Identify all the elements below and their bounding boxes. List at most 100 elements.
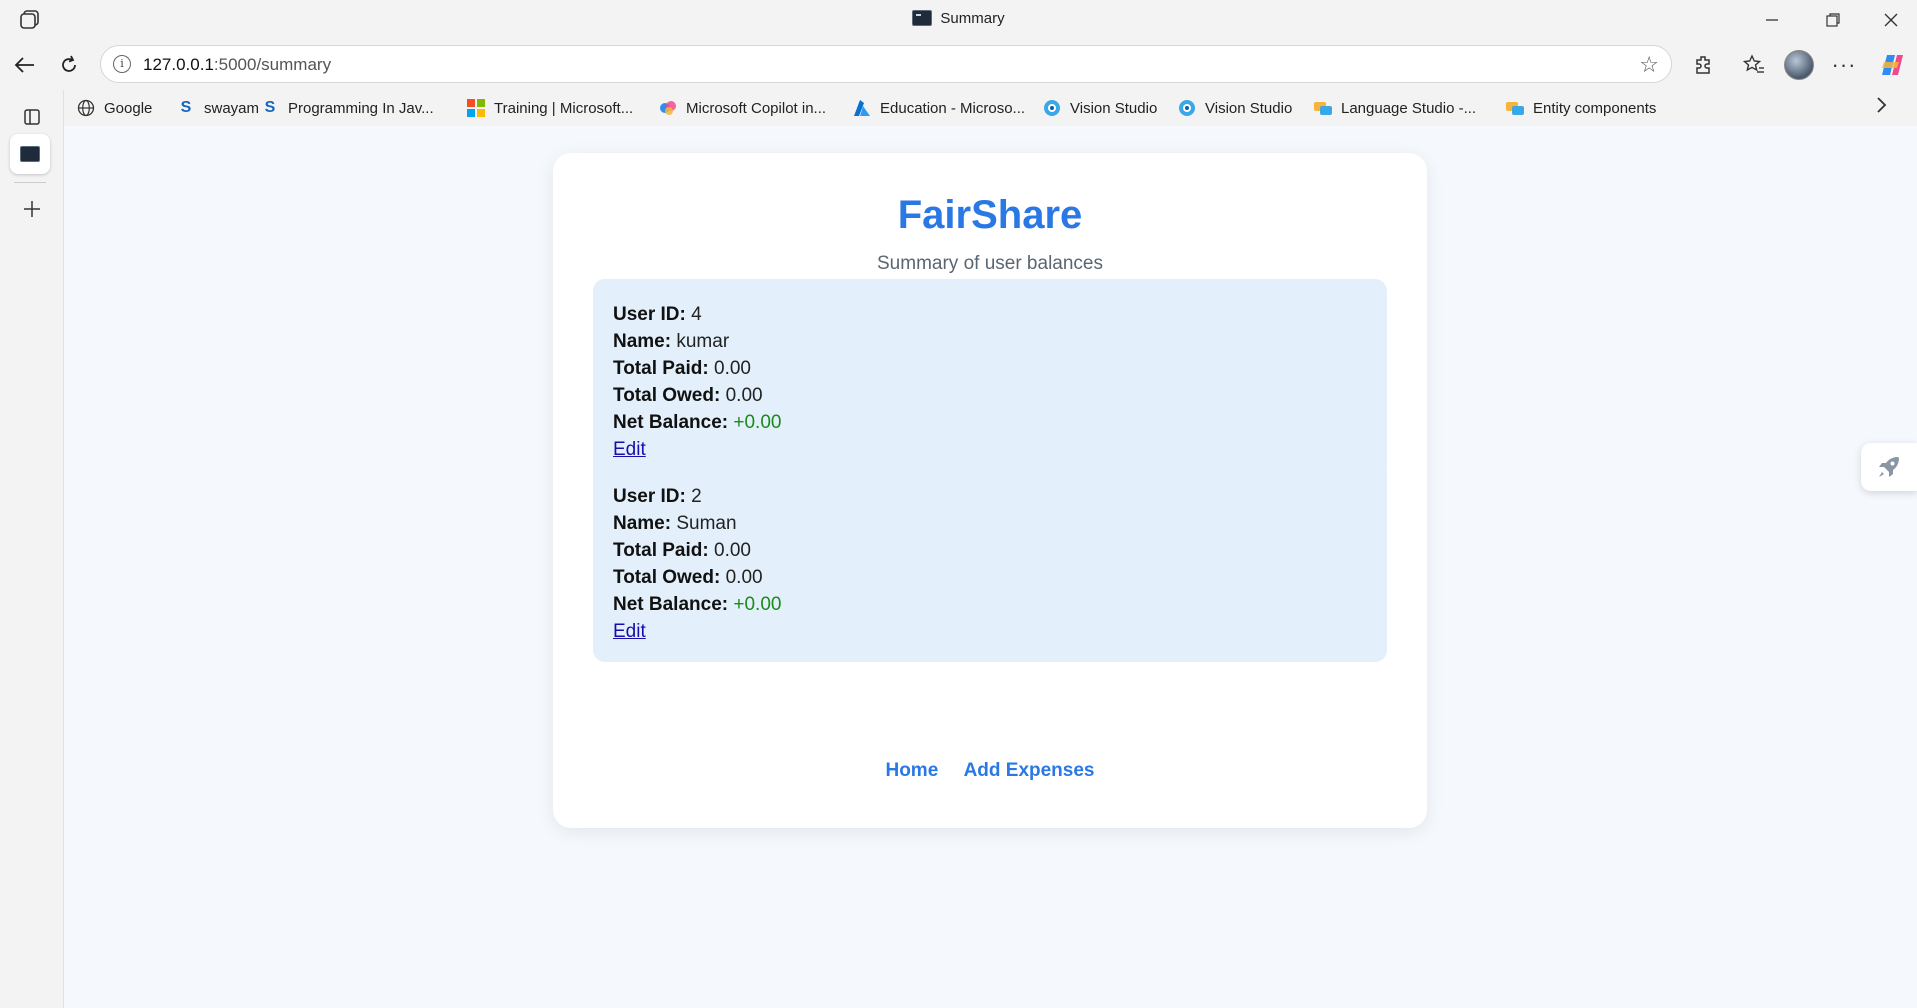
home-link[interactable]: Home xyxy=(885,760,938,781)
copilot-icon xyxy=(658,98,678,118)
user-name-value: Suman xyxy=(676,513,737,534)
user-name-value: kumar xyxy=(676,331,730,352)
total-owed-row: Total Owed: 0.00 xyxy=(613,382,1367,409)
restore-button[interactable] xyxy=(1811,6,1855,34)
net-balance-label: Net Balance: xyxy=(613,412,729,433)
bookmark-label: Programming In Jav... xyxy=(288,99,434,117)
url-path: :5000/summary xyxy=(213,55,332,74)
user-id-row: User ID: 2 xyxy=(613,483,1367,510)
bookmark-label: Vision Studio xyxy=(1205,99,1293,117)
bookmark-training-microsoft[interactable]: Training | Microsoft... xyxy=(466,97,633,119)
minimize-button[interactable] xyxy=(1750,6,1794,34)
globe-icon xyxy=(76,98,96,118)
bookmark-education-microsoft[interactable]: Education - Microso... xyxy=(852,97,1025,119)
swayam-icon: S xyxy=(180,99,192,116)
url-text[interactable]: 127.0.0.1:5000/summary xyxy=(143,55,331,75)
net-balance-row: Net Balance: +0.00 xyxy=(613,409,1367,436)
page-subtitle: Summary of user balances xyxy=(877,253,1103,274)
app-title: FairShare xyxy=(897,193,1083,237)
net-balance-value: +0.00 xyxy=(733,594,782,615)
total-paid-value: 0.00 xyxy=(714,540,751,561)
address-bar[interactable]: i 127.0.0.1:5000/summary ☆ xyxy=(100,45,1672,83)
refresh-button[interactable] xyxy=(52,49,86,81)
user-name-label: Name: xyxy=(613,513,672,534)
user-id-label: User ID: xyxy=(613,486,686,507)
user-id-value: 2 xyxy=(691,486,702,507)
bookmark-label: Vision Studio xyxy=(1070,99,1158,117)
language-icon xyxy=(1505,98,1525,118)
net-balance-label: Net Balance: xyxy=(613,594,729,615)
profile-avatar[interactable] xyxy=(1782,49,1816,81)
user-balance-card: User ID: 2 Name: Suman Total Paid: 0.00 … xyxy=(593,461,1387,662)
vision-icon xyxy=(1177,98,1197,118)
tab-actions-icon[interactable] xyxy=(15,100,49,134)
user-name-row: Name: Suman xyxy=(613,510,1367,537)
language-icon xyxy=(1313,98,1333,118)
total-owed-value: 0.00 xyxy=(725,385,763,406)
rocket-icon[interactable] xyxy=(1861,443,1917,491)
azure-icon xyxy=(852,98,872,118)
total-owed-label: Total Owed: xyxy=(613,385,721,406)
total-owed-label: Total Owed: xyxy=(613,567,721,588)
total-paid-row: Total Paid: 0.00 xyxy=(613,355,1367,382)
bookmarks-bar: Google Sswayam S Programming In Jav... Tr… xyxy=(64,90,1917,126)
net-balance-row: Net Balance: +0.00 xyxy=(613,591,1367,618)
window-title-text: Summary xyxy=(940,10,1005,27)
title-bar: Summary xyxy=(0,0,1917,40)
bookmark-copilot[interactable]: Microsoft Copilot in... xyxy=(658,97,826,119)
user-id-row: User ID: 4 xyxy=(613,301,1367,328)
edit-user-link[interactable]: Edit xyxy=(613,439,646,460)
active-tab-summary[interactable] xyxy=(10,134,50,174)
new-tab-icon[interactable] xyxy=(15,192,49,226)
site-info-icon[interactable]: i xyxy=(113,55,131,73)
user-name-row: Name: kumar xyxy=(613,328,1367,355)
url-host: 127.0.0.1 xyxy=(143,55,214,74)
close-button[interactable] xyxy=(1869,6,1913,34)
total-paid-label: Total Paid: xyxy=(613,540,709,561)
more-options-icon[interactable]: ··· xyxy=(1827,49,1861,81)
edit-user-link[interactable]: Edit xyxy=(613,621,646,642)
bookmark-entity-components[interactable]: Entity components xyxy=(1505,97,1656,119)
bookmark-programming-java[interactable]: S Programming In Jav... xyxy=(260,97,434,119)
bookmark-swayam[interactable]: Sswayam xyxy=(176,97,259,119)
user-name-label: Name: xyxy=(613,331,672,352)
swayam-icon: S xyxy=(264,99,276,116)
favorites-icon[interactable] xyxy=(1737,49,1771,81)
vertical-tab-strip xyxy=(0,90,64,1008)
total-owed-row: Total Owed: 0.00 xyxy=(613,564,1367,591)
bookmark-label: Training | Microsoft... xyxy=(494,99,634,117)
window-title: Summary xyxy=(0,10,1917,27)
tab-divider xyxy=(14,182,46,183)
bookmark-vision-studio-2[interactable]: Vision Studio xyxy=(1177,97,1292,119)
bookmark-label: swayam xyxy=(204,99,260,117)
bookmark-language-studio[interactable]: Language Studio -... xyxy=(1313,97,1476,119)
terminal-icon xyxy=(20,146,40,162)
total-paid-row: Total Paid: 0.00 xyxy=(613,537,1367,564)
back-button[interactable] xyxy=(8,49,42,81)
bookmark-label: Entity components xyxy=(1533,99,1657,117)
terminal-icon xyxy=(912,10,933,26)
bookmark-label: Google xyxy=(104,99,153,117)
net-balance-value: +0.00 xyxy=(733,412,782,433)
bookmark-label: Language Studio -... xyxy=(1341,99,1477,117)
vision-icon xyxy=(1042,98,1062,118)
footer-nav: Home Add Expenses xyxy=(553,760,1427,782)
user-id-value: 4 xyxy=(691,304,702,325)
total-paid-label: Total Paid: xyxy=(613,358,709,379)
bookmark-label: Education - Microso... xyxy=(880,99,1026,117)
microsoft-icon xyxy=(466,98,486,118)
user-balance-card: User ID: 4 Name: kumar Total Paid: 0.00 … xyxy=(593,279,1387,480)
bookmark-vision-studio-1[interactable]: Vision Studio xyxy=(1042,97,1157,119)
add-expenses-link[interactable]: Add Expenses xyxy=(964,760,1095,781)
browser-toolbar: i 127.0.0.1:5000/summary ☆ ··· xyxy=(0,40,1917,90)
total-paid-value: 0.00 xyxy=(714,358,751,379)
page-content: FairShare Summary of user balances User … xyxy=(64,126,1917,1008)
copilot-icon[interactable] xyxy=(1875,49,1909,81)
extensions-icon[interactable] xyxy=(1687,49,1721,81)
chevron-right-icon[interactable] xyxy=(1875,96,1887,120)
summary-card: FairShare Summary of user balances User … xyxy=(553,153,1427,828)
user-id-label: User ID: xyxy=(613,304,686,325)
bookmark-label: Microsoft Copilot in... xyxy=(686,99,827,117)
bookmark-google[interactable]: Google xyxy=(76,97,152,119)
favorite-star-icon[interactable]: ☆ xyxy=(1639,52,1659,78)
